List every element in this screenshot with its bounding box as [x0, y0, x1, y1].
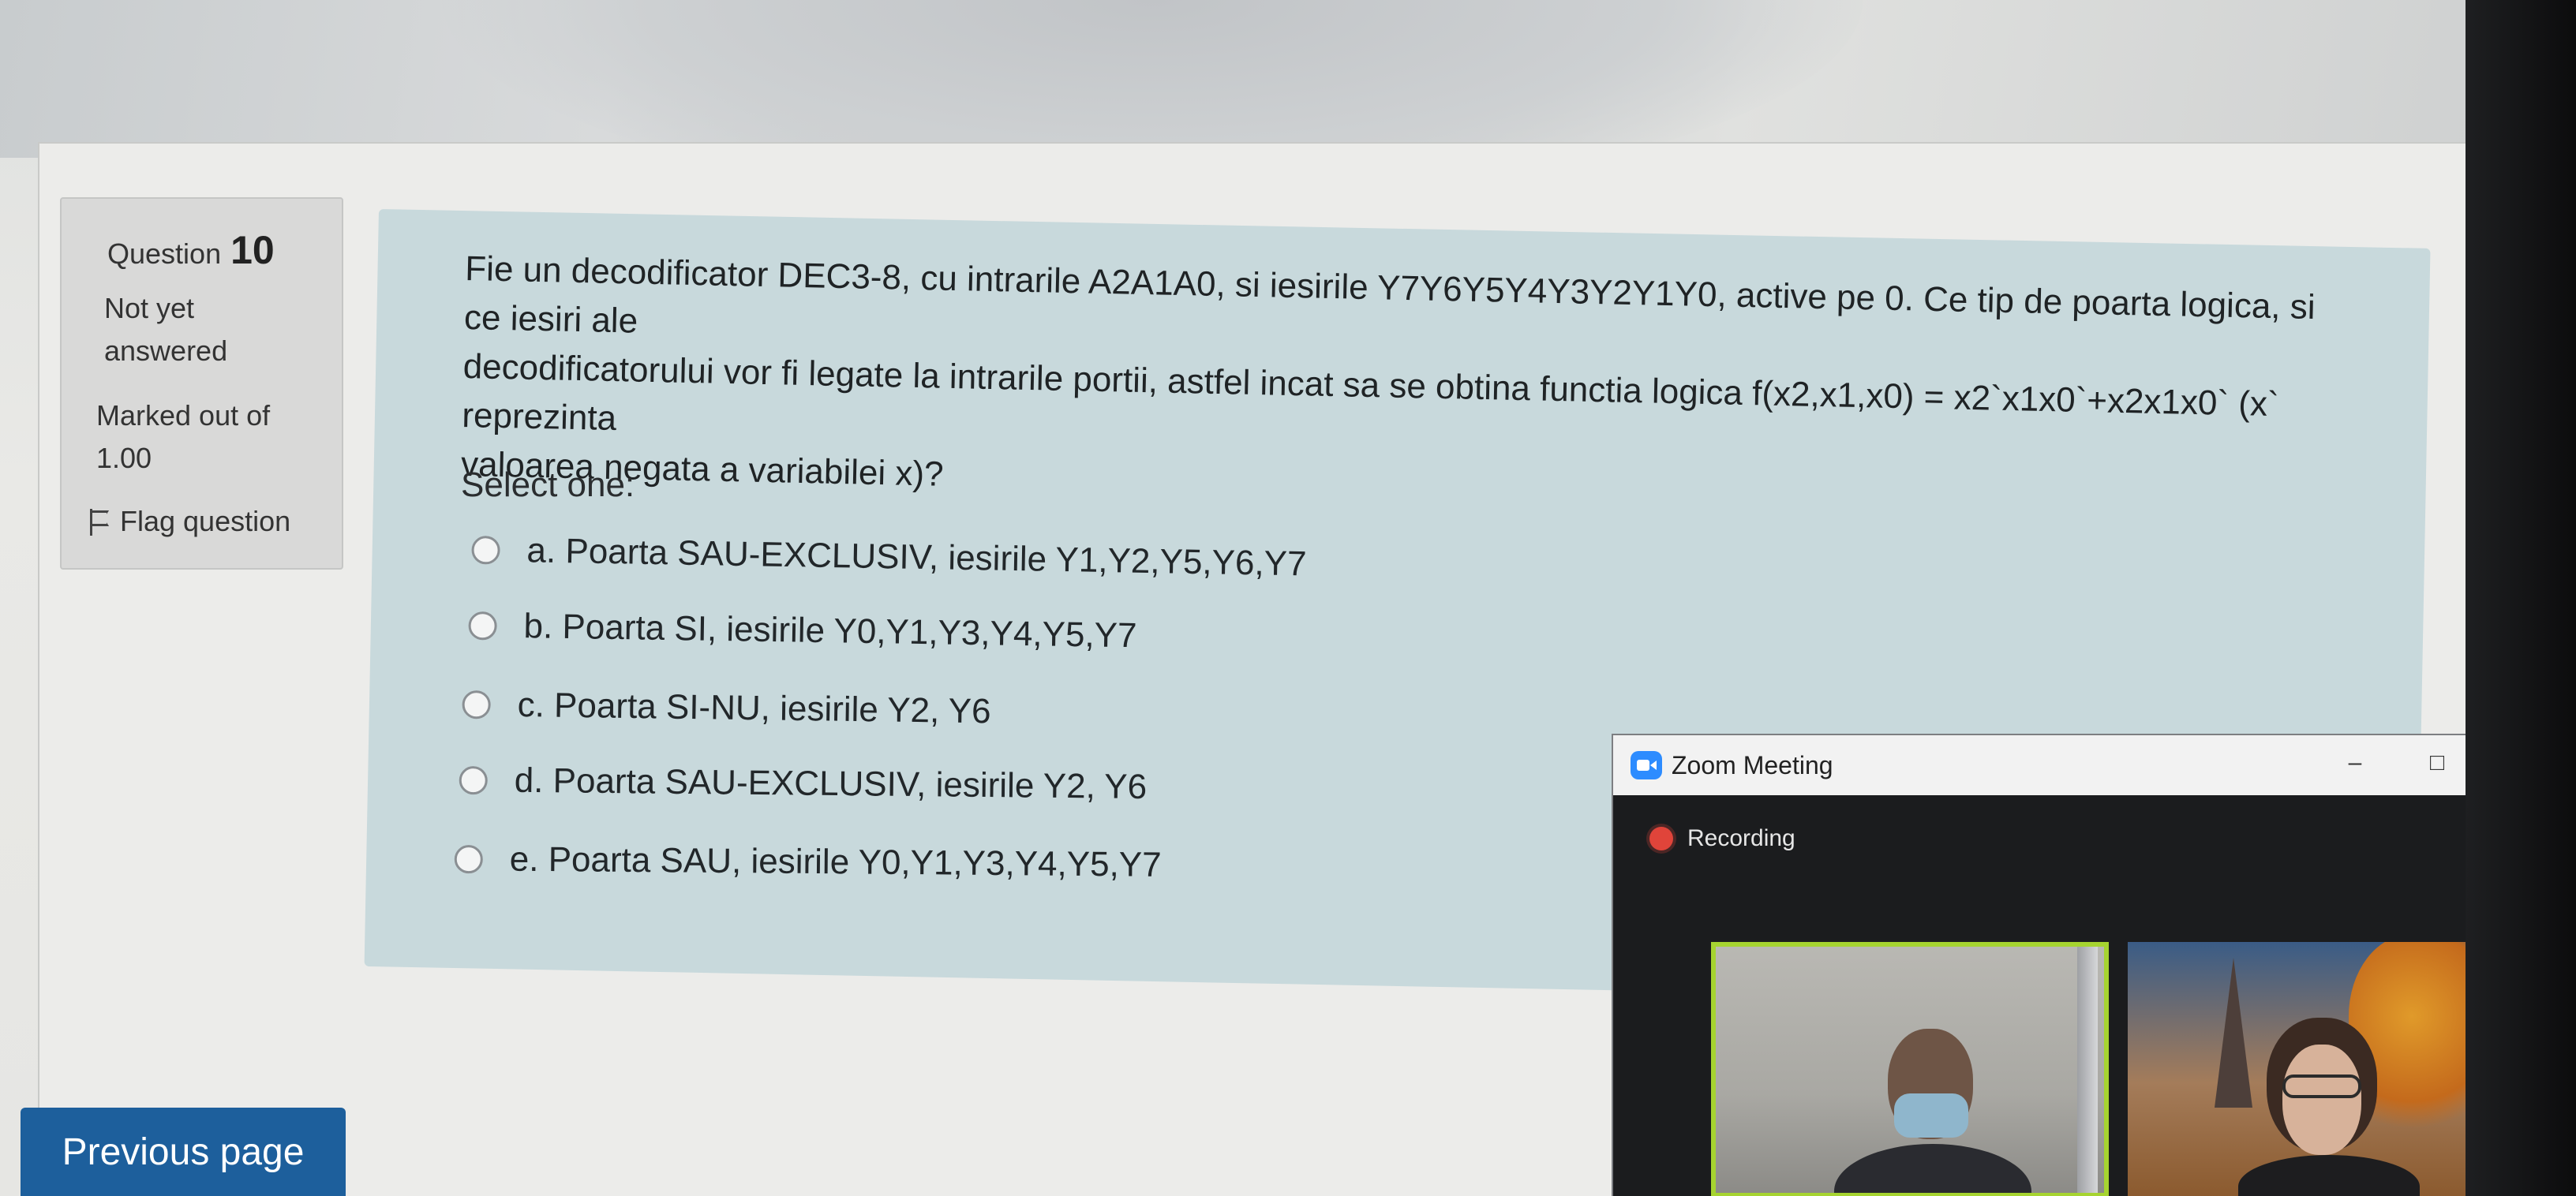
question-grade: Marked out of 1.00 [96, 394, 333, 480]
minimize-button[interactable]: – [2339, 749, 2371, 776]
recording-label: Recording [1687, 825, 1795, 851]
participant-video-active[interactable] [1711, 942, 2109, 1196]
participant-video[interactable] [2128, 942, 2491, 1196]
zoom-window-title: Zoom Meeting [1672, 750, 1833, 779]
marked-line-1: Marked out of [96, 399, 271, 432]
face-mask [1894, 1093, 1968, 1138]
participant-body [1834, 1144, 2031, 1193]
glasses [2282, 1075, 2361, 1098]
flag-question-link[interactable]: Flag question [88, 505, 290, 538]
question-number: 10 [230, 228, 275, 272]
recording-dot-icon [1649, 827, 1673, 850]
video-background-object [2077, 947, 2098, 1193]
radio-button[interactable] [454, 844, 483, 874]
recording-indicator[interactable]: Recording [1649, 825, 1795, 852]
question-number-line: Question 10 [107, 227, 275, 273]
zoom-logo-icon [1631, 751, 1662, 779]
radio-button[interactable] [471, 535, 500, 565]
monitor-bezel [2466, 0, 2576, 1196]
participant-body [2238, 1155, 2420, 1196]
state-line-2: answered [104, 335, 228, 367]
answer-label[interactable]: e. Poarta SAU, iesirile Y0,Y1,Y3,Y4,Y5,Y… [510, 840, 1162, 885]
answer-label[interactable]: d. Poarta SAU-EXCLUSIV, iesirile Y2, Y6 [514, 761, 1147, 807]
answer-option-c[interactable]: c. Poarta SI-NU, iesirile Y2, Y6 [462, 685, 991, 731]
virtual-background-tower [2215, 958, 2252, 1108]
question-info: Question 10 Not yet answered Marked out o… [60, 197, 343, 570]
question-text: Fie un decodificator DEC3-8, cu intraril… [461, 245, 2344, 529]
maximize-button[interactable]: □ [2421, 749, 2453, 776]
answer-option-d[interactable]: d. Poarta SAU-EXCLUSIV, iesirile Y2, Y6 [459, 761, 1147, 807]
flag-question-label: Flag question [120, 505, 291, 537]
photo-scene: Question 10 Not yet answered Marked out o… [0, 0, 2576, 1196]
flag-icon [88, 509, 109, 536]
previous-page-button[interactable]: Previous page [21, 1108, 346, 1196]
participant-face [2282, 1045, 2361, 1155]
select-prompt: Select one: [461, 465, 635, 504]
answer-option-e[interactable]: e. Poarta SAU, iesirile Y0,Y1,Y3,Y4,Y5,Y… [454, 839, 1162, 885]
answer-label[interactable]: c. Poarta SI-NU, iesirile Y2, Y6 [517, 686, 991, 731]
radio-button[interactable] [462, 690, 491, 719]
question-label: Question [107, 237, 222, 270]
state-line-1: Not yet [104, 292, 195, 324]
zoom-titlebar[interactable]: Zoom Meeting – □ × [1613, 735, 2540, 795]
zoom-meeting-window: Zoom Meeting – □ × Recording [1612, 734, 2541, 1196]
radio-button[interactable] [468, 611, 497, 641]
marked-line-2: 1.00 [96, 442, 152, 474]
radio-button[interactable] [459, 765, 488, 795]
question-state: Not yet answered [104, 287, 278, 372]
